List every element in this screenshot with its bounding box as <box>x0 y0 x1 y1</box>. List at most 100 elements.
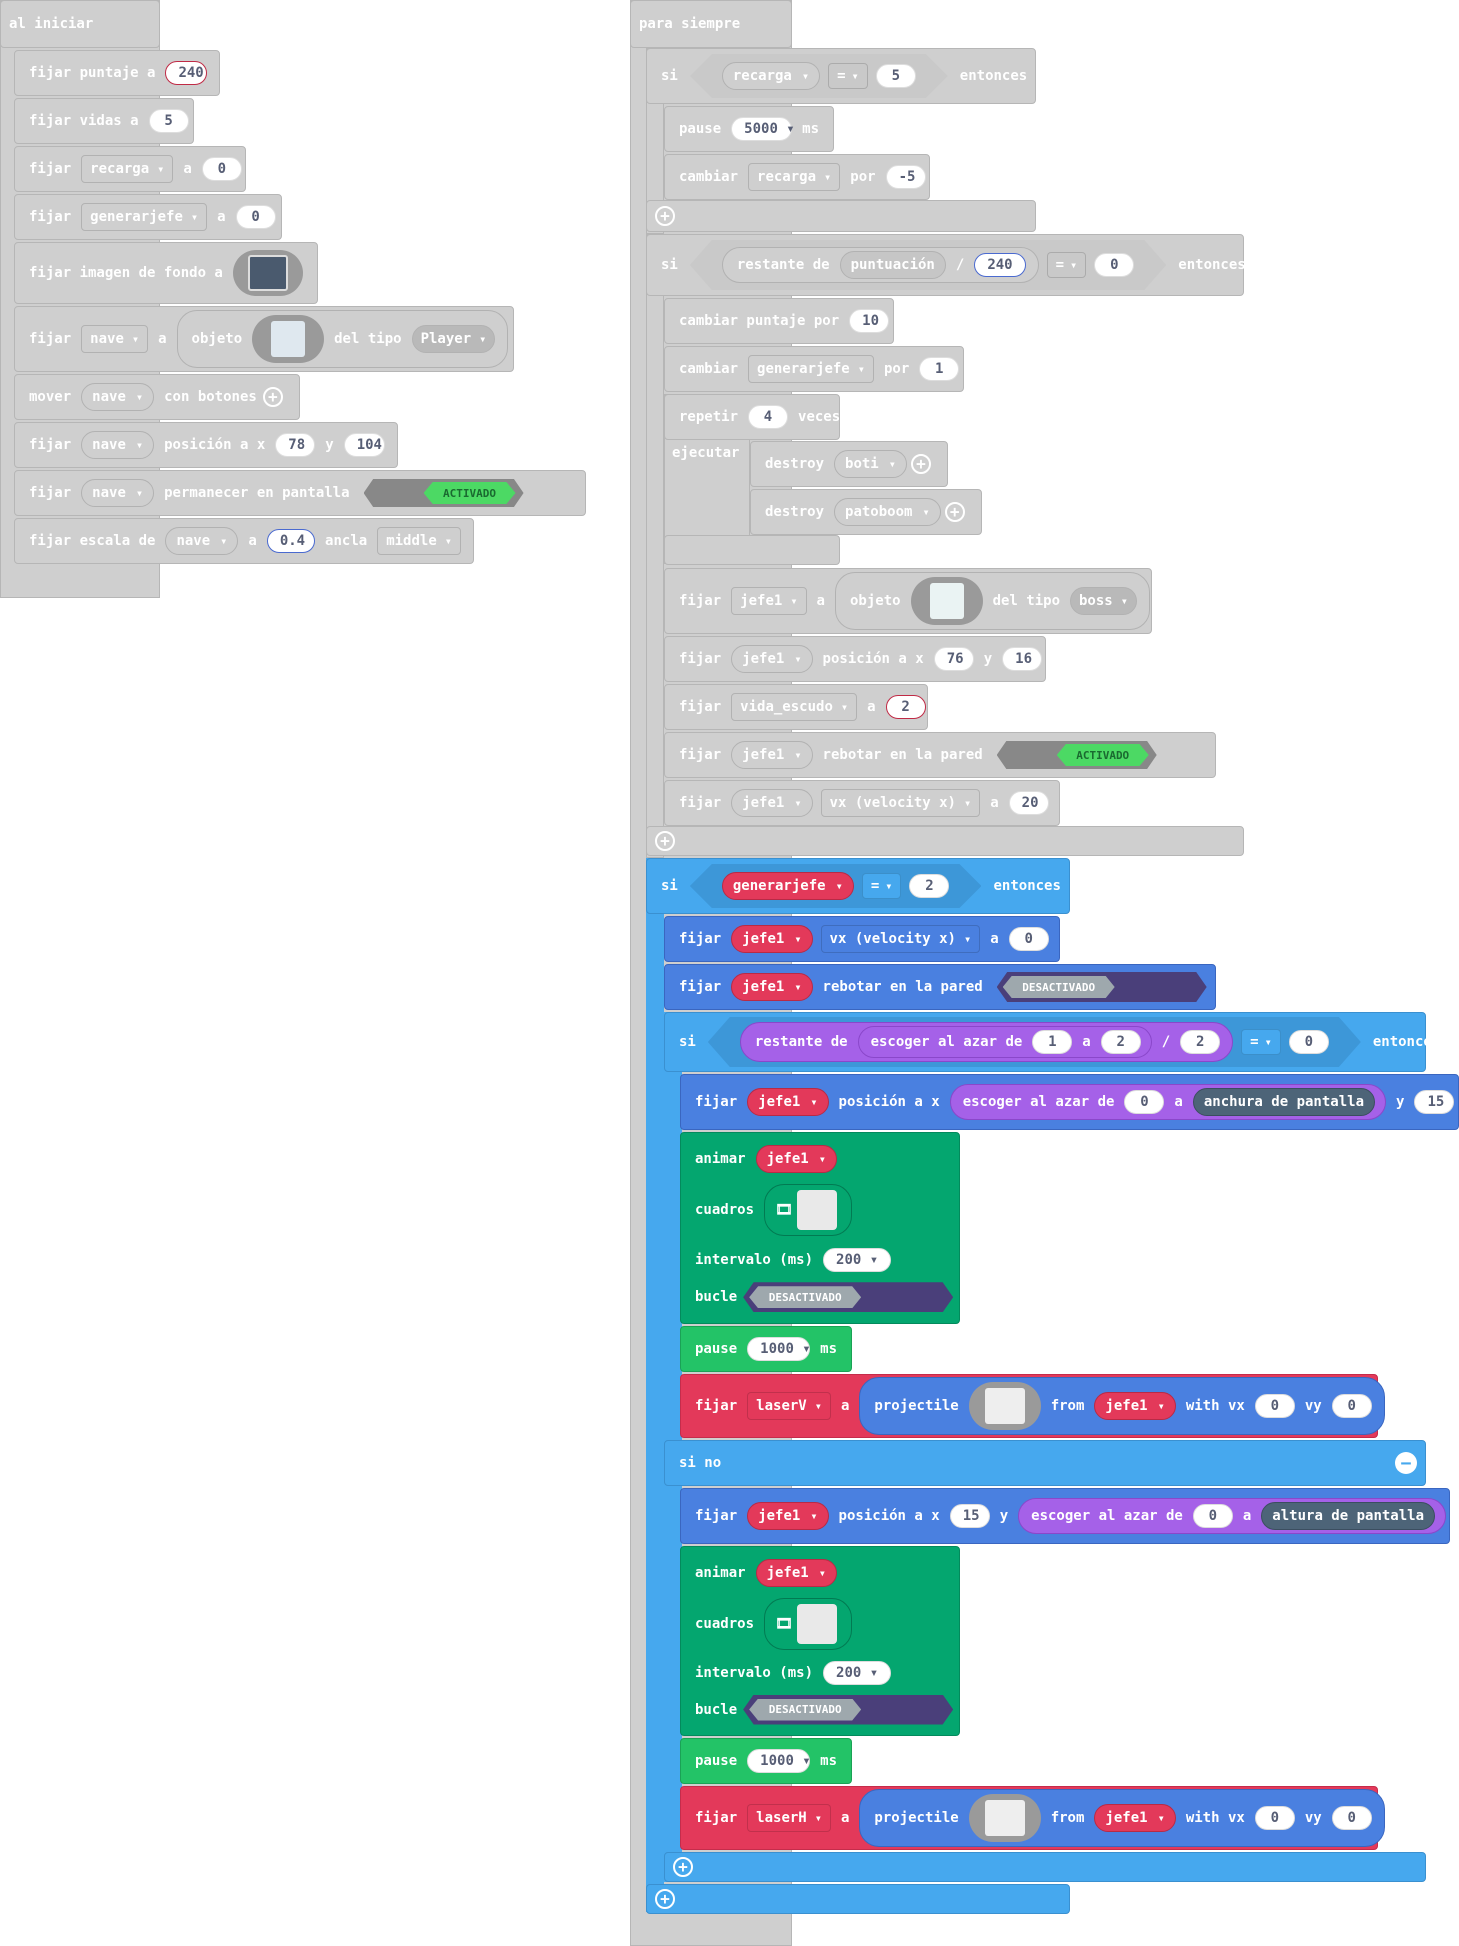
pause-5000-block[interactable]: pause 5000 ▾ ms <box>664 106 834 152</box>
vida-escudo-dropdown[interactable]: vida_escudo <box>731 693 858 721</box>
random-from[interactable]: 1 <box>1032 1030 1072 1054</box>
change-generarjefe-block[interactable]: cambiar generarjefe por 1 <box>664 346 964 392</box>
pause-1000-block-b[interactable]: pause 1000 ▾ ms <box>680 1738 852 1784</box>
operator-dropdown[interactable]: = <box>1047 252 1087 278</box>
jefe1-variable[interactable]: jefe1 <box>731 645 813 673</box>
if-score-block[interactable]: si restante de puntuación / 240 = 0 ento… <box>646 234 1246 296</box>
screen-height-reporter[interactable]: altura de pantalla <box>1261 1502 1436 1530</box>
kind-dropdown[interactable]: Player <box>411 325 496 353</box>
jefe1-variable[interactable]: jefe1 <box>1094 1804 1176 1832</box>
if-random-block[interactable]: si restante de escoger al azar de 1 a 2 … <box>664 1012 1440 1072</box>
divisor-value[interactable]: 2 <box>1180 1030 1220 1054</box>
loop-toggle[interactable]: DESACTIVADO <box>743 1282 954 1313</box>
scale-value[interactable]: 0.4 <box>266 529 316 553</box>
if-recarga-block[interactable]: si recarga = 5 entonces <box>646 48 1036 104</box>
change-value[interactable]: 1 <box>919 357 960 381</box>
destroy-patoboom-block[interactable]: destroy patoboom + <box>750 489 982 535</box>
property-dropdown[interactable]: vx (velocity x) <box>820 789 981 817</box>
jefe1-variable[interactable]: jefe1 <box>731 789 813 817</box>
set-jefe-sprite-block[interactable]: fijar jefe1 a objeto del tipo boss <box>664 568 1152 634</box>
y-value[interactable]: 104 <box>343 433 385 457</box>
set-vida-escudo-block[interactable]: fijar vida_escudo a 2 <box>664 684 928 730</box>
expand-plus-icon[interactable]: + <box>944 502 965 522</box>
vx-value[interactable]: 0 <box>1254 1394 1295 1418</box>
generarjefe-dropdown[interactable]: generarjefe <box>748 355 874 383</box>
on-start-hat[interactable]: al iniciar <box>0 0 160 48</box>
bounce-on-block[interactable]: fijar jefe1 rebotar en la pared ACTIVADO <box>664 732 1216 778</box>
nave-variable[interactable]: nave <box>81 431 155 459</box>
boss-sprite-thumbnail[interactable] <box>910 577 983 625</box>
nave-variable[interactable]: nave <box>165 527 239 555</box>
pause-value[interactable]: 1000 ▾ <box>747 1749 811 1773</box>
sprite-create-reporter[interactable]: objeto del tipo boss <box>834 572 1150 630</box>
condition-compare[interactable]: generarjefe = 2 <box>690 864 982 908</box>
x-value[interactable]: 15 <box>949 1504 990 1528</box>
remove-else-minus-icon[interactable]: − <box>1395 1452 1417 1474</box>
condition-compare[interactable]: restante de escoger al azar de 1 a 2 / 2… <box>708 1017 1361 1067</box>
animate-block-b[interactable]: animar jefe1 cuadros 🎞 intervalo (ms) 20… <box>680 1546 960 1736</box>
laserh-dropdown[interactable]: laserH <box>747 1804 831 1832</box>
jefe1-variable[interactable]: jefe1 <box>1094 1392 1176 1420</box>
generarjefe-value[interactable]: 0 <box>235 205 276 229</box>
interval-value[interactable]: 200 ▾ <box>823 1660 892 1685</box>
remainder-reporter[interactable]: restante de puntuación / 240 <box>722 247 1039 283</box>
random-reporter[interactable]: escoger al azar de 0 a altura de pantall… <box>1018 1498 1447 1534</box>
set-laserv-block[interactable]: fijar laserV a projectile from jefe1 wit… <box>680 1374 1385 1438</box>
generarjefe-variable[interactable]: generarjefe <box>722 872 854 900</box>
jefe1-variable[interactable]: jefe1 <box>755 1558 837 1587</box>
set-score-block[interactable]: fijar puntaje a 240 <box>14 50 220 96</box>
animate-block-a[interactable]: animar jefe1 cuadros 🎞 intervalo (ms) 20… <box>680 1132 960 1324</box>
frames-reporter[interactable]: 🎞 <box>764 1184 852 1237</box>
interval-value[interactable]: 200 ▾ <box>823 1247 892 1272</box>
score-value[interactable]: 240 <box>165 61 207 85</box>
compare-value[interactable]: 2 <box>909 874 949 898</box>
set-jefe-random-y-block[interactable]: fijar jefe1 posición a x 15 y escoger al… <box>680 1488 1450 1544</box>
jefe1-variable[interactable]: jefe1 <box>731 973 813 1001</box>
projectile-reporter[interactable]: projectile from jefe1 with vx 0 vy 0 <box>859 1377 1385 1435</box>
screen-width-reporter[interactable]: anchura de pantalla <box>1192 1088 1376 1116</box>
anchor-dropdown[interactable]: middle <box>377 527 461 555</box>
patoboom-variable[interactable]: patoboom <box>834 498 941 526</box>
compare-value[interactable]: 5 <box>876 64 916 88</box>
set-scale-block[interactable]: fijar escala de nave a 0.4 ancla middle <box>14 518 474 564</box>
projectile-reporter[interactable]: projectile from jefe1 with vx 0 vy 0 <box>859 1789 1385 1847</box>
player-sprite-thumbnail[interactable] <box>252 315 325 363</box>
add-else-plus-icon[interactable]: + <box>655 831 675 851</box>
repeat-block[interactable]: repetir 4 veces <box>664 394 840 440</box>
remainder-reporter[interactable]: restante de escoger al azar de 1 a 2 / 2 <box>740 1022 1233 1062</box>
nave-dropdown[interactable]: nave <box>81 325 149 353</box>
nave-variable[interactable]: nave <box>81 479 155 507</box>
set-nave-sprite-block[interactable]: fijar nave a objeto del tipo Player <box>14 306 514 372</box>
move-nave-block[interactable]: mover nave con botones + <box>14 374 300 420</box>
vx-value[interactable]: 0 <box>1254 1806 1295 1830</box>
jefe1-variable[interactable]: jefe1 <box>731 741 813 769</box>
operator-dropdown[interactable]: = <box>1241 1029 1281 1055</box>
generarjefe-dropdown[interactable]: generarjefe <box>81 203 208 231</box>
sprite-create-reporter[interactable]: objeto del tipo Player <box>176 310 509 368</box>
boti-variable[interactable]: boti <box>834 450 907 478</box>
random-to[interactable]: 2 <box>1101 1030 1141 1054</box>
compare-value[interactable]: 0 <box>1289 1030 1329 1054</box>
change-recarga-block[interactable]: cambiar recarga por -5 <box>664 154 930 200</box>
add-else-plus-icon[interactable]: + <box>673 1857 693 1877</box>
background-image-thumbnail[interactable] <box>232 250 303 296</box>
jefe1-variable[interactable]: jefe1 <box>731 925 813 953</box>
y-value[interactable]: 16 <box>1002 647 1043 671</box>
expand-plus-icon[interactable]: + <box>262 387 283 407</box>
change-score-value[interactable]: 10 <box>849 309 890 333</box>
frames-reporter[interactable]: 🎞 <box>764 1597 852 1650</box>
nave-variable[interactable]: nave <box>81 383 155 411</box>
jefe1-dropdown[interactable]: jefe1 <box>731 587 807 615</box>
set-vx-0-block[interactable]: fijar jefe1 vx (velocity x) a 0 <box>664 916 1060 962</box>
set-nave-position-block[interactable]: fijar nave posición a x 78 y 104 <box>14 422 398 468</box>
kind-dropdown[interactable]: boss <box>1070 587 1137 615</box>
set-lives-block[interactable]: fijar vidas a 5 <box>14 98 194 144</box>
random-from[interactable]: 0 <box>1192 1504 1233 1528</box>
x-value[interactable]: 76 <box>933 647 974 671</box>
condition-compare[interactable]: restante de puntuación / 240 = 0 <box>690 240 1166 290</box>
vx-value[interactable]: 20 <box>1008 791 1049 815</box>
set-laserh-block[interactable]: fijar laserH a projectile from jefe1 wit… <box>680 1786 1385 1850</box>
if-generarjefe-block[interactable]: si generarjefe = 2 entonces <box>646 858 1070 914</box>
change-value[interactable]: -5 <box>885 165 926 189</box>
else-block[interactable]: si no − <box>664 1440 1426 1486</box>
